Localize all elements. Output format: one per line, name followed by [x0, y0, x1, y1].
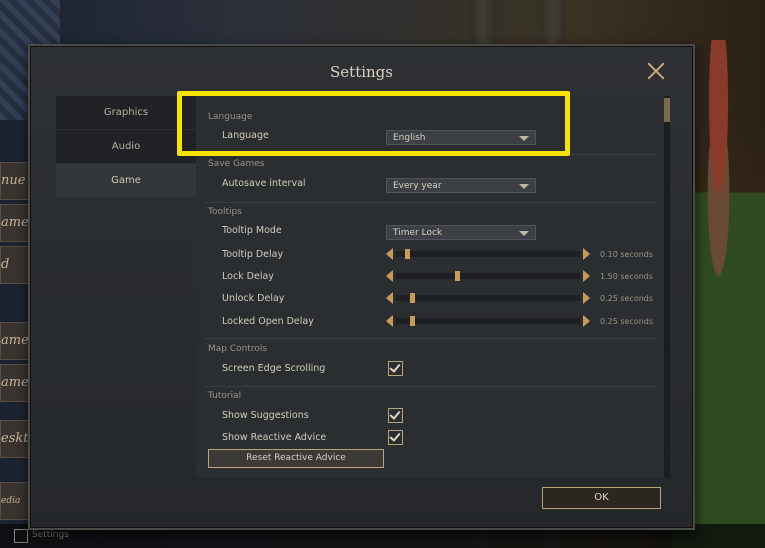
autosave-value: Every year — [393, 181, 442, 191]
arrow-left-icon[interactable] — [386, 292, 393, 304]
unlock-delay-slider[interactable] — [386, 292, 590, 304]
unlock-delay-value: 0.25 seconds — [600, 294, 654, 303]
tooltip-delay-value: 0.10 seconds — [600, 250, 654, 259]
edge-scrolling-label: Screen Edge Scrolling — [222, 363, 326, 374]
slider-handle[interactable] — [410, 316, 415, 326]
settings-tabs: Graphics Audio Game — [56, 96, 196, 198]
tab-graphics[interactable]: Graphics — [56, 96, 196, 129]
lock-delay-value: 1.50 seconds — [600, 272, 654, 281]
scrollbar[interactable] — [664, 96, 670, 478]
arrow-left-icon[interactable] — [386, 270, 393, 282]
divider — [204, 202, 658, 203]
ok-button[interactable]: OK — [542, 487, 661, 509]
slider-track[interactable] — [396, 316, 580, 326]
bottom-bar-label: Settings — [32, 530, 69, 540]
dialog-title: Settings — [330, 63, 393, 81]
divider — [204, 386, 658, 387]
settings-icon[interactable] — [14, 529, 28, 543]
tooltip-delay-slider[interactable] — [386, 248, 590, 260]
tooltip-mode-label: Tooltip Mode — [222, 225, 282, 236]
section-map-controls: Map Controls — [208, 344, 268, 354]
reset-reactive-advice-button[interactable]: Reset Reactive Advice — [208, 449, 384, 468]
tab-audio[interactable]: Audio — [56, 130, 196, 163]
tooltip-mode-dropdown[interactable]: Timer Lock — [386, 225, 536, 240]
show-suggestions-label: Show Suggestions — [222, 410, 309, 421]
arrow-right-icon[interactable] — [583, 270, 590, 282]
close-icon[interactable] — [645, 60, 667, 82]
edge-scrolling-checkbox[interactable] — [388, 361, 403, 376]
slider-handle[interactable] — [405, 249, 410, 259]
arrow-right-icon[interactable] — [583, 315, 590, 327]
chevron-down-icon — [519, 231, 529, 236]
show-reactive-advice-label: Show Reactive Advice — [222, 432, 327, 443]
section-save-games: Save Games — [208, 159, 265, 169]
arrow-right-icon[interactable] — [583, 292, 590, 304]
lock-delay-label: Lock Delay — [222, 271, 274, 282]
slider-handle[interactable] — [455, 271, 460, 281]
arrow-right-icon[interactable] — [583, 248, 590, 260]
slider-handle[interactable] — [410, 293, 415, 303]
divider — [204, 338, 658, 339]
show-reactive-advice-checkbox[interactable] — [388, 430, 403, 445]
locked-open-delay-label: Locked Open Delay — [222, 316, 314, 327]
locked-open-delay-value: 0.25 seconds — [600, 317, 654, 326]
chevron-down-icon — [519, 184, 529, 189]
tooltip-delay-label: Tooltip Delay — [222, 249, 284, 260]
slider-track[interactable] — [396, 293, 580, 303]
highlight-box — [177, 91, 570, 156]
show-suggestions-checkbox[interactable] — [388, 408, 403, 423]
unlock-delay-label: Unlock Delay — [222, 293, 285, 304]
arrow-left-icon[interactable] — [386, 248, 393, 260]
autosave-label: Autosave interval — [222, 178, 306, 189]
slider-track[interactable] — [396, 249, 580, 259]
slider-track[interactable] — [396, 271, 580, 281]
section-tutorial: Tutorial — [208, 391, 242, 401]
lock-delay-slider[interactable] — [386, 270, 590, 282]
arrow-left-icon[interactable] — [386, 315, 393, 327]
section-tooltips: Tooltips — [208, 207, 242, 217]
scrollbar-thumb[interactable] — [664, 98, 670, 122]
autosave-dropdown[interactable]: Every year — [386, 178, 536, 193]
tooltip-mode-value: Timer Lock — [393, 228, 443, 238]
locked-open-delay-slider[interactable] — [386, 315, 590, 327]
tab-game[interactable]: Game — [56, 164, 196, 197]
